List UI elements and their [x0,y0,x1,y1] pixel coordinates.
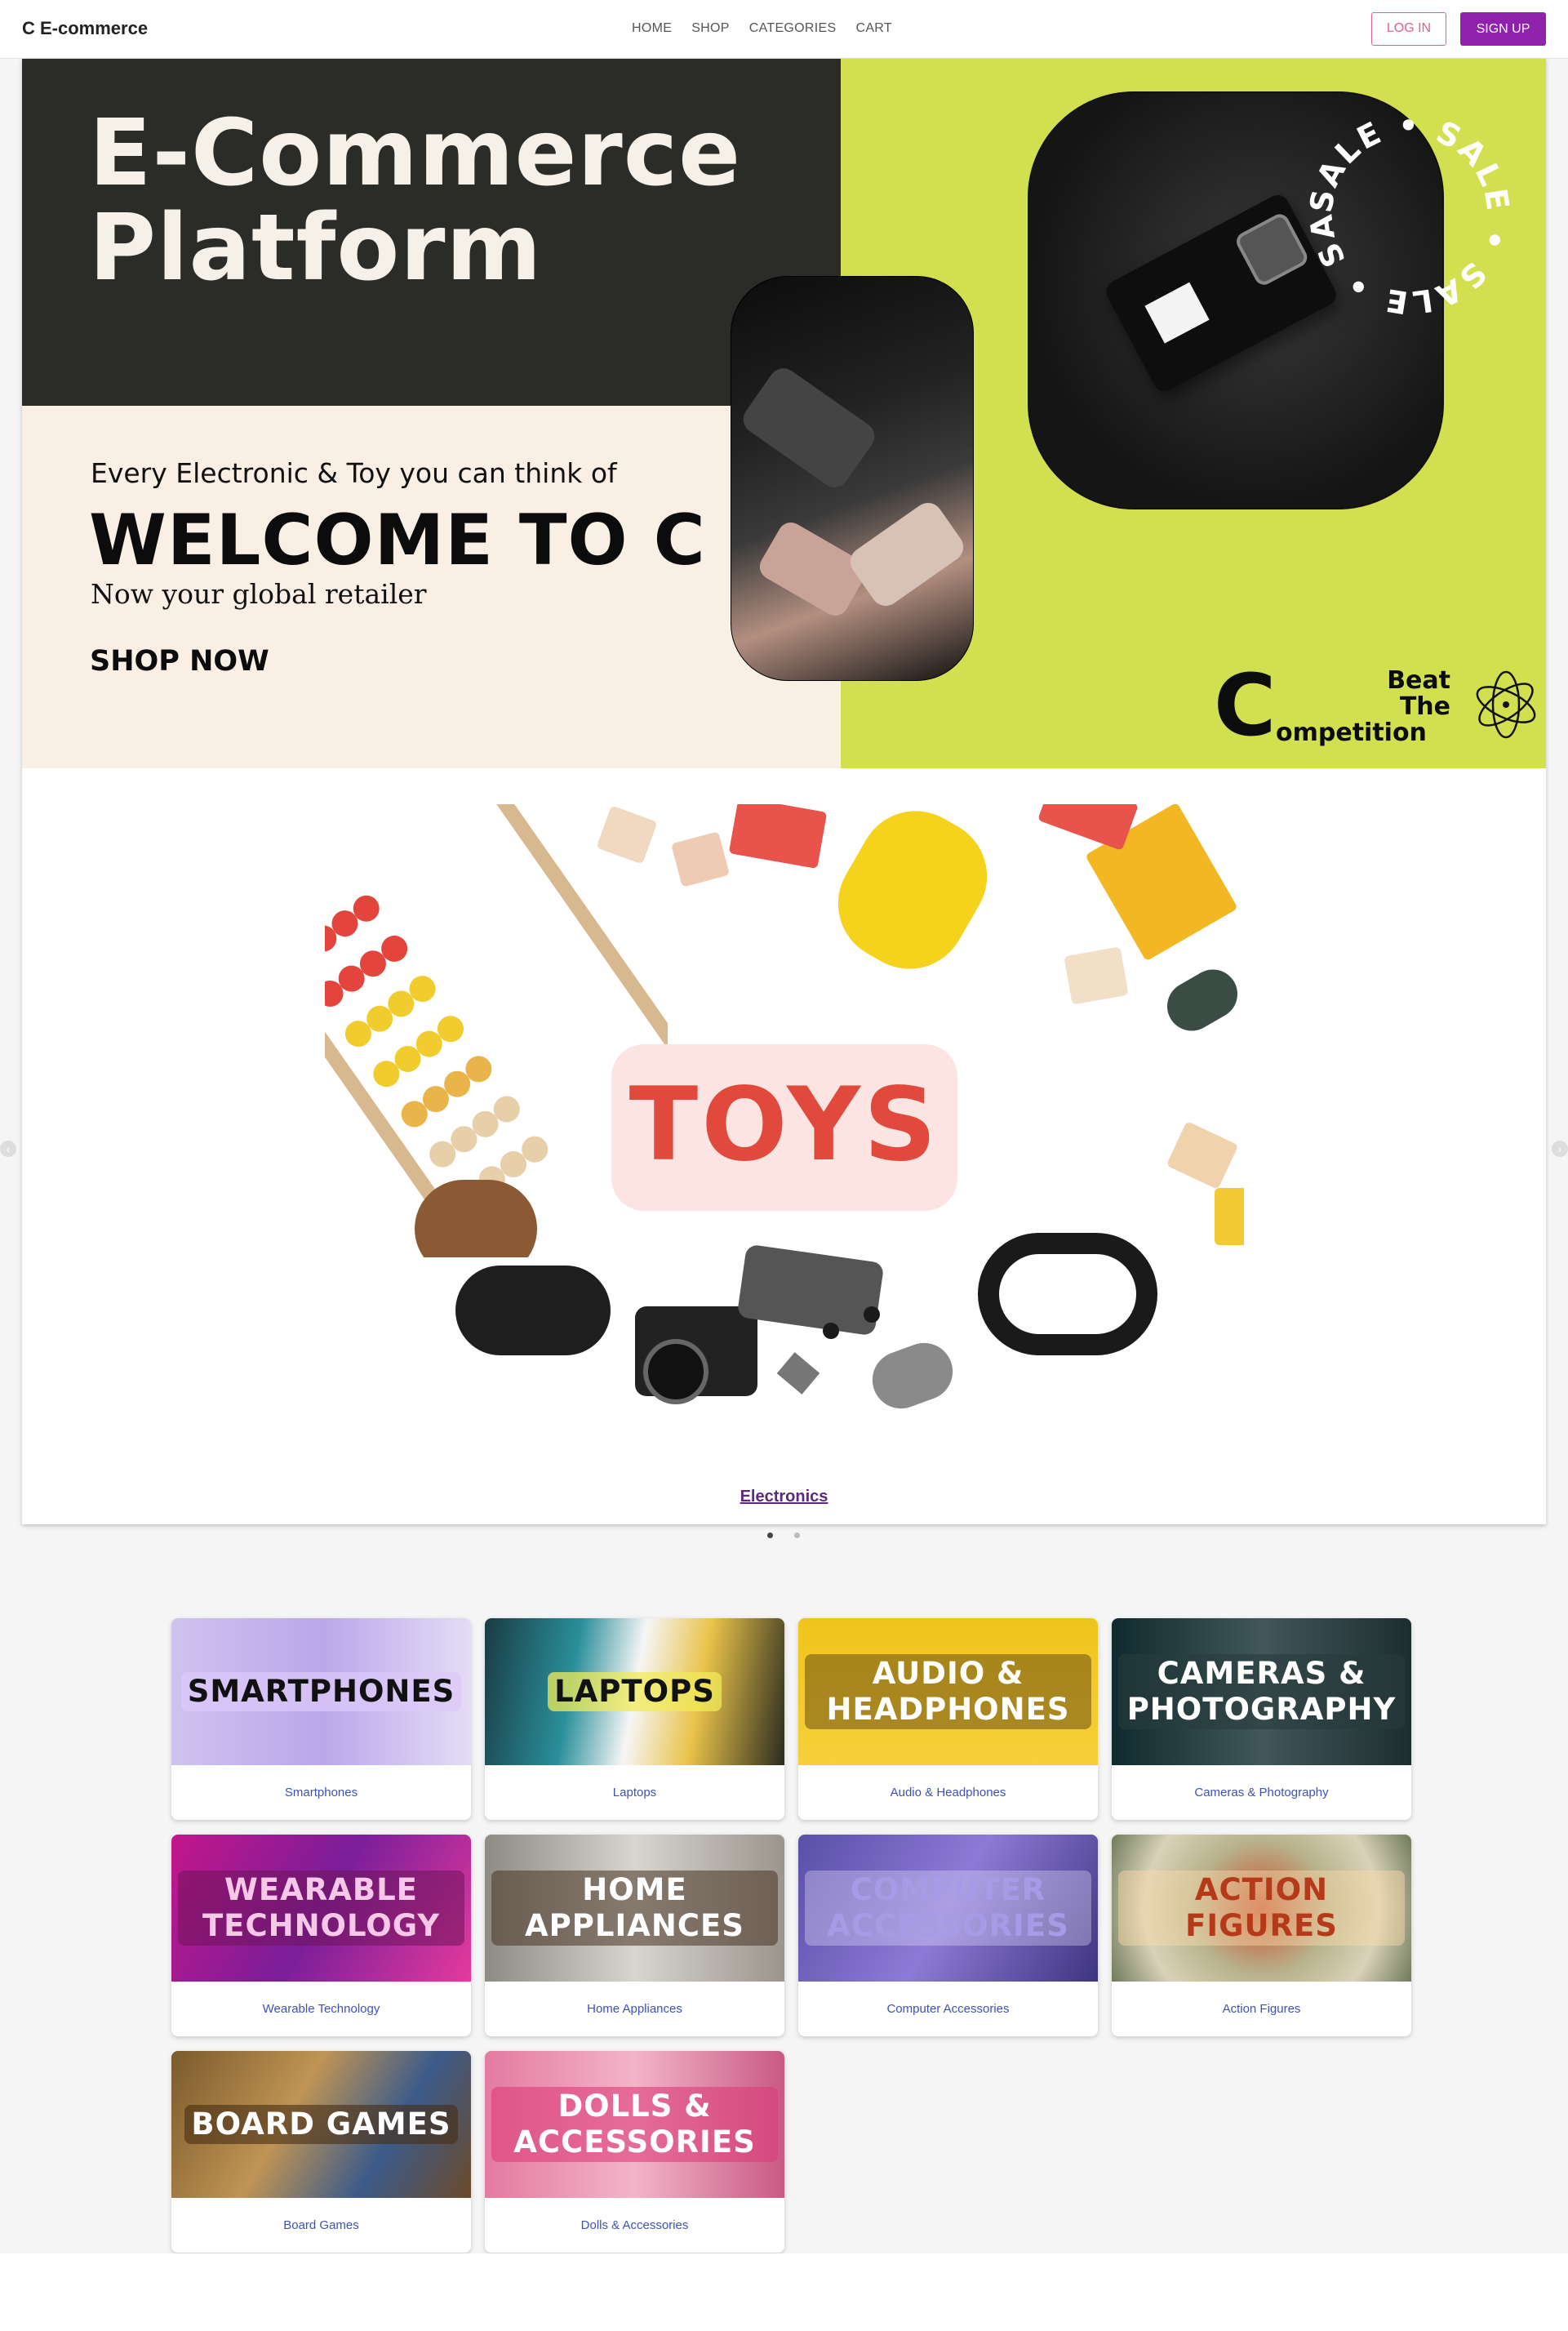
category-card-home-appliances[interactable]: HOME APPLIANCES Home Appliances [485,1835,784,2036]
wood-block [1166,1121,1239,1190]
lego-brick [728,804,828,870]
category-card-smartphones[interactable]: SMARTPHONES Smartphones [171,1618,471,1820]
nav-cart[interactable]: CART [855,21,891,36]
nav-categories[interactable]: CATEGORIES [749,21,837,36]
electronics-slide-image[interactable] [325,1233,1244,1457]
earbud [864,1306,880,1323]
toy-car [817,804,1008,990]
category-title: WEARABLE TECHNOLOGY [178,1871,464,1946]
hero-carousel-card: E-Commerce Platform Every Electronic & T… [22,59,1546,1524]
wood-block [670,831,731,887]
nav-home[interactable]: HOME [632,21,672,36]
category-title: HOME APPLIANCES [491,1871,778,1946]
category-card-board-games[interactable]: BOARD GAMES Board Games [171,2051,471,2253]
category-card-action-figures[interactable]: ACTION FIGURES Action Figures [1112,1835,1411,2036]
sale-badge: SALE • SALE • SALE • SALE • [1304,108,1516,320]
sale-word: SALE [1304,113,1388,215]
category-caption[interactable]: Laptops [485,1765,784,1820]
category-title: COMPUTER ACCESSORIES [805,1871,1091,1946]
banner-retailer: Now your global retailer [91,578,427,610]
shop-now-link[interactable]: SHOP NOW [90,645,269,678]
category-caption[interactable]: Wearable Technology [171,1982,471,2036]
category-title: LAPTOPS [548,1672,722,1711]
game-controller [455,1266,611,1355]
lego-brick [1215,1188,1244,1245]
category-caption[interactable]: Cameras & Photography [1112,1765,1411,1820]
beat-line2: The [1399,692,1450,721]
category-title: CAMERAS & PHOTOGRAPHY [1118,1654,1405,1729]
category-card-dolls[interactable]: DOLLS & ACCESSORIES Dolls & Accessories [485,2051,784,2253]
category-title: AUDIO & HEADPHONES [805,1654,1091,1729]
beat-line1: Beat [1387,666,1450,695]
carousel-dot[interactable] [794,1532,800,1538]
wood-block [1064,946,1129,1005]
camera-screen [1144,282,1210,344]
beat-c-letter: C [1214,656,1277,755]
sale-word: SALE [1431,113,1516,215]
nav-shop[interactable]: SHOP [691,21,730,36]
chevron-left-icon[interactable]: ‹ [0,1141,16,1157]
banner-welcome: WELCOME TO C [89,500,706,581]
brand-logo[interactable]: C E-commerce [22,18,148,39]
earbud [823,1323,839,1339]
carousel-dot[interactable] [767,1532,773,1538]
category-title: DOLLS & ACCESSORIES [491,2087,778,2162]
category-caption[interactable]: Home Appliances [485,1982,784,2036]
sale-word: SALE [1381,255,1493,320]
phone-shape [844,496,970,612]
memory-card [776,1352,820,1395]
chevron-right-icon[interactable]: › [1552,1141,1568,1157]
atom-icon [1476,670,1536,739]
login-button[interactable]: LOG IN [1371,12,1446,46]
category-caption[interactable]: Smartphones [171,1765,471,1820]
svg-text:SALE • SALE • SALE • SALE •: SALE • SALE • SALE • SALE • [1304,108,1516,320]
toys-slide-label: TOYS [629,1066,940,1184]
toys-slide-image[interactable]: TOYS [325,804,1244,1257]
category-caption[interactable]: Computer Accessories [798,1982,1098,2036]
computer-mouse [864,1335,961,1417]
promo-banner[interactable]: E-Commerce Platform Every Electronic & T… [22,59,1546,768]
signup-button[interactable]: SIGN UP [1460,12,1546,46]
banner-title: E-Commerce Platform [89,106,741,296]
beat-line3: ompetition [1276,718,1427,747]
phone-shape [737,363,881,493]
camera-lens [1233,211,1311,288]
carousel-indicators [767,1532,800,1538]
smartphone [736,1243,885,1337]
category-title: ACTION FIGURES [1118,1871,1405,1946]
page-footer-area [0,2253,1568,2331]
category-caption[interactable]: Dolls & Accessories [485,2198,784,2253]
category-card-wearable[interactable]: WEARABLE TECHNOLOGY Wearable Technology [171,1835,471,2036]
teddy-bear [415,1180,537,1257]
category-title: BOARD GAMES [184,2105,458,2144]
beat-the-competition-logo: C Beat The ompetition [1214,656,1459,755]
category-title: SMARTPHONES [180,1672,462,1711]
category-card-cameras[interactable]: CAMERAS & PHOTOGRAPHY Cameras & Photogra… [1112,1618,1411,1820]
category-caption[interactable]: Audio & Headphones [798,1765,1098,1820]
navbar: C E-commerce HOME SHOP CATEGORIES CART L… [0,0,1568,59]
headphones [978,1233,1157,1355]
banner-tagline: Every Electronic & Toy you can think of [91,457,617,489]
toy-car [1158,960,1244,1040]
category-card-audio[interactable]: AUDIO & HEADPHONES Audio & Headphones [798,1618,1098,1820]
camera-lens-ring [643,1339,708,1404]
banner-title-line2: Platform [89,195,543,301]
banner-title-line1: E-Commerce [89,100,742,207]
nav-links: HOME SHOP CATEGORIES CART [632,21,892,36]
smartphones-photo [731,276,974,681]
category-card-laptops[interactable]: LAPTOPS Laptops [485,1618,784,1820]
slide-caption-link[interactable]: Electronics [22,1488,1546,1506]
lego-brick [1037,804,1139,852]
category-card-computer-accessories[interactable]: COMPUTER ACCESSORIES Computer Accessorie… [798,1835,1098,2036]
category-caption[interactable]: Board Games [171,2198,471,2253]
category-caption[interactable]: Action Figures [1112,1982,1411,2036]
